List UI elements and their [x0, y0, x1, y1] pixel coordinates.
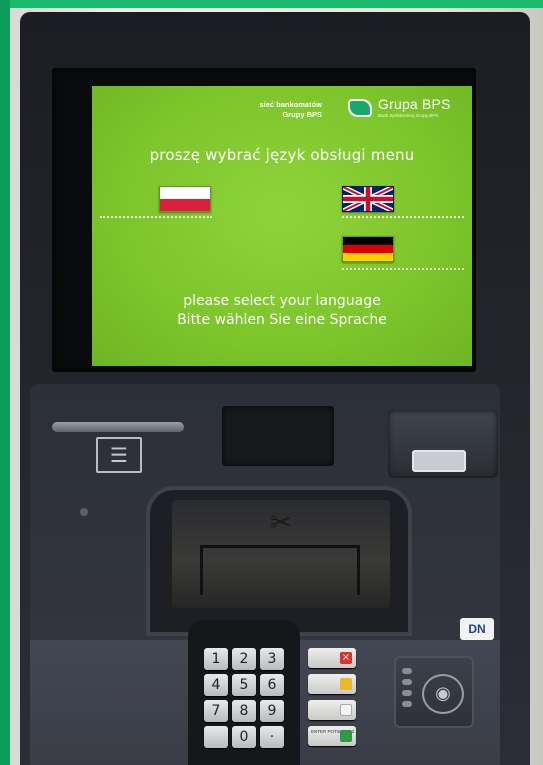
network-label: sieć bankomatów Grupy BPS: [242, 100, 322, 120]
receipt-icon: ☰: [96, 437, 142, 473]
key-1[interactable]: 1: [204, 648, 228, 670]
dotted-separator: [100, 216, 212, 218]
key-8[interactable]: 8: [232, 700, 256, 722]
cancel-icon: ×: [340, 652, 352, 664]
no-cash-icon: ✂: [270, 508, 292, 538]
polish-flag-icon: [160, 187, 210, 211]
german-flag-icon: [343, 237, 393, 261]
indicator-light: [402, 701, 412, 707]
frame-top-border: [0, 0, 543, 8]
indicator-light: [402, 690, 412, 696]
contactless-indicator-lights: [402, 668, 414, 718]
screw: [80, 508, 88, 516]
receipt-slot: [52, 422, 184, 432]
language-prompt-de: Bitte wählen Sie eine Sprache: [177, 312, 387, 328]
uk-flag-icon: [341, 184, 395, 214]
language-prompt-en: please select your language: [183, 293, 381, 309]
key-4[interactable]: 4: [204, 674, 228, 696]
key-7[interactable]: 7: [204, 700, 228, 722]
blank-icon: [340, 704, 352, 716]
bps-logo-name: Grupa BPS: [378, 96, 451, 112]
polish-flag-button[interactable]: [159, 186, 211, 212]
dotted-separator: [342, 216, 464, 218]
key-3[interactable]: 3: [260, 648, 284, 670]
key-6[interactable]: 6: [260, 674, 284, 696]
key-5[interactable]: 5: [232, 674, 256, 696]
clear-button[interactable]: [308, 674, 356, 694]
enter-icon: [340, 730, 352, 742]
card-slot-opening: [412, 450, 466, 472]
atm-screen: sieć bankomatów Grupy BPS Grupa BPS Bank…: [92, 86, 472, 366]
indicator-light: [402, 679, 412, 685]
key-2[interactable]: 2: [232, 648, 256, 670]
frame-left-border: [0, 0, 10, 765]
key-0[interactable]: 0: [232, 726, 256, 748]
bps-logo-icon: [348, 99, 372, 117]
contactless-icon: ◉: [422, 674, 464, 714]
bps-logo-tagline: Bank Spółdzielczy Grupy BPS: [378, 113, 439, 118]
cash-slot: [200, 545, 360, 595]
indicator-light: [402, 668, 412, 674]
cancel-button[interactable]: ×: [308, 648, 356, 668]
german-flag-button[interactable]: [342, 236, 394, 262]
clear-icon: [340, 678, 352, 690]
key-9[interactable]: 9: [260, 700, 284, 722]
english-flag-button[interactable]: [341, 184, 395, 214]
pin-pad: 1 2 3 4 5 6 7 8 9 0 · × ENTER POTWIERDŹ: [196, 642, 364, 760]
key-dot[interactable]: ·: [260, 726, 284, 748]
manufacturer-logo: DN: [460, 618, 494, 640]
enter-button[interactable]: ENTER POTWIERDŹ: [308, 726, 356, 746]
key-blank[interactable]: [204, 726, 228, 748]
blank-function-button[interactable]: [308, 700, 356, 720]
network-label-line2: Grupy BPS: [282, 110, 322, 119]
camera-panel: [222, 406, 334, 466]
language-prompt-pl: proszę wybrać język obsługi menu: [149, 146, 415, 164]
dotted-separator: [342, 268, 464, 270]
network-label-line1: sieć bankomatów: [259, 100, 322, 109]
